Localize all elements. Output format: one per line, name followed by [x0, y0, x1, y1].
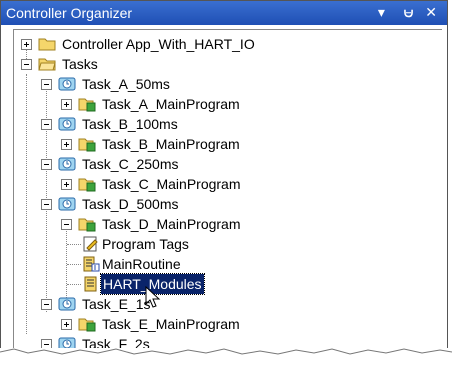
task-icon	[58, 197, 76, 211]
tree-item-label: Task_C_250ms	[82, 156, 179, 172]
program-tags-icon	[83, 236, 98, 252]
program-icon	[78, 318, 96, 332]
tree-connector	[67, 264, 81, 265]
tree-item-label: Task_B_100ms	[82, 116, 178, 132]
tree-connector	[26, 74, 27, 334]
routine-icon	[84, 276, 97, 292]
expand-icon[interactable]	[61, 319, 72, 330]
tree-item-label: Task_B_MainProgram	[102, 136, 240, 152]
tree-item-label: Task_D_500ms	[82, 196, 179, 212]
tree-connector	[46, 82, 47, 312]
tree-connector	[66, 226, 67, 306]
collapse-icon[interactable]	[41, 299, 52, 310]
collapse-icon[interactable]	[41, 199, 52, 210]
collapse-icon[interactable]	[61, 219, 72, 230]
panel-title: Controller Organizer	[6, 5, 133, 21]
folder-icon	[38, 38, 56, 51]
tree-item-label: Task_D_MainProgram	[102, 216, 241, 232]
program-icon	[78, 178, 96, 192]
title-bar: Controller Organizer ▾ ⩁ ✕	[1, 1, 447, 25]
tree-item-label: Controller App_With_HART_IO	[62, 36, 255, 52]
task-icon	[58, 77, 76, 91]
folder-open-icon	[38, 58, 56, 71]
controller-organizer-panel: Controller Organizer ▾ ⩁ ✕ Controller Ap…	[0, 0, 448, 362]
program-icon	[78, 98, 96, 112]
expand-icon[interactable]	[21, 39, 32, 50]
tree-item-label: Task_E_1s	[82, 296, 151, 312]
collapse-icon[interactable]	[41, 159, 52, 170]
expand-icon[interactable]	[61, 139, 72, 150]
tree-item-label: Task_C_MainProgram	[102, 176, 241, 192]
expand-icon[interactable]	[61, 99, 72, 110]
tree-item-label: Tasks	[62, 56, 98, 72]
task-icon	[58, 157, 76, 171]
tree-item-label: Task_E_MainProgram	[102, 316, 240, 332]
tree-connector	[67, 244, 81, 245]
program-icon	[78, 218, 96, 232]
tree-view[interactable]: Controller App_With_HART_IO Tasks Task_A…	[13, 29, 442, 360]
program-icon	[78, 138, 96, 152]
tree-item-label: Task_A_MainProgram	[102, 96, 240, 112]
collapse-icon[interactable]	[41, 79, 52, 90]
window-controls[interactable]: ▾ ⩁ ✕	[378, 4, 441, 21]
collapse-icon[interactable]	[21, 59, 32, 70]
tree-item-label: Program Tags	[102, 236, 189, 252]
task-icon	[58, 117, 76, 131]
task-icon	[58, 297, 76, 311]
main-routine-icon	[83, 256, 100, 272]
tree-item-label: MainRoutine	[102, 256, 181, 272]
expand-icon[interactable]	[61, 179, 72, 190]
tree-connector	[67, 284, 81, 285]
torn-edge	[0, 348, 452, 371]
tree-item-label: Task_A_50ms	[82, 76, 170, 92]
collapse-icon[interactable]	[41, 119, 52, 130]
